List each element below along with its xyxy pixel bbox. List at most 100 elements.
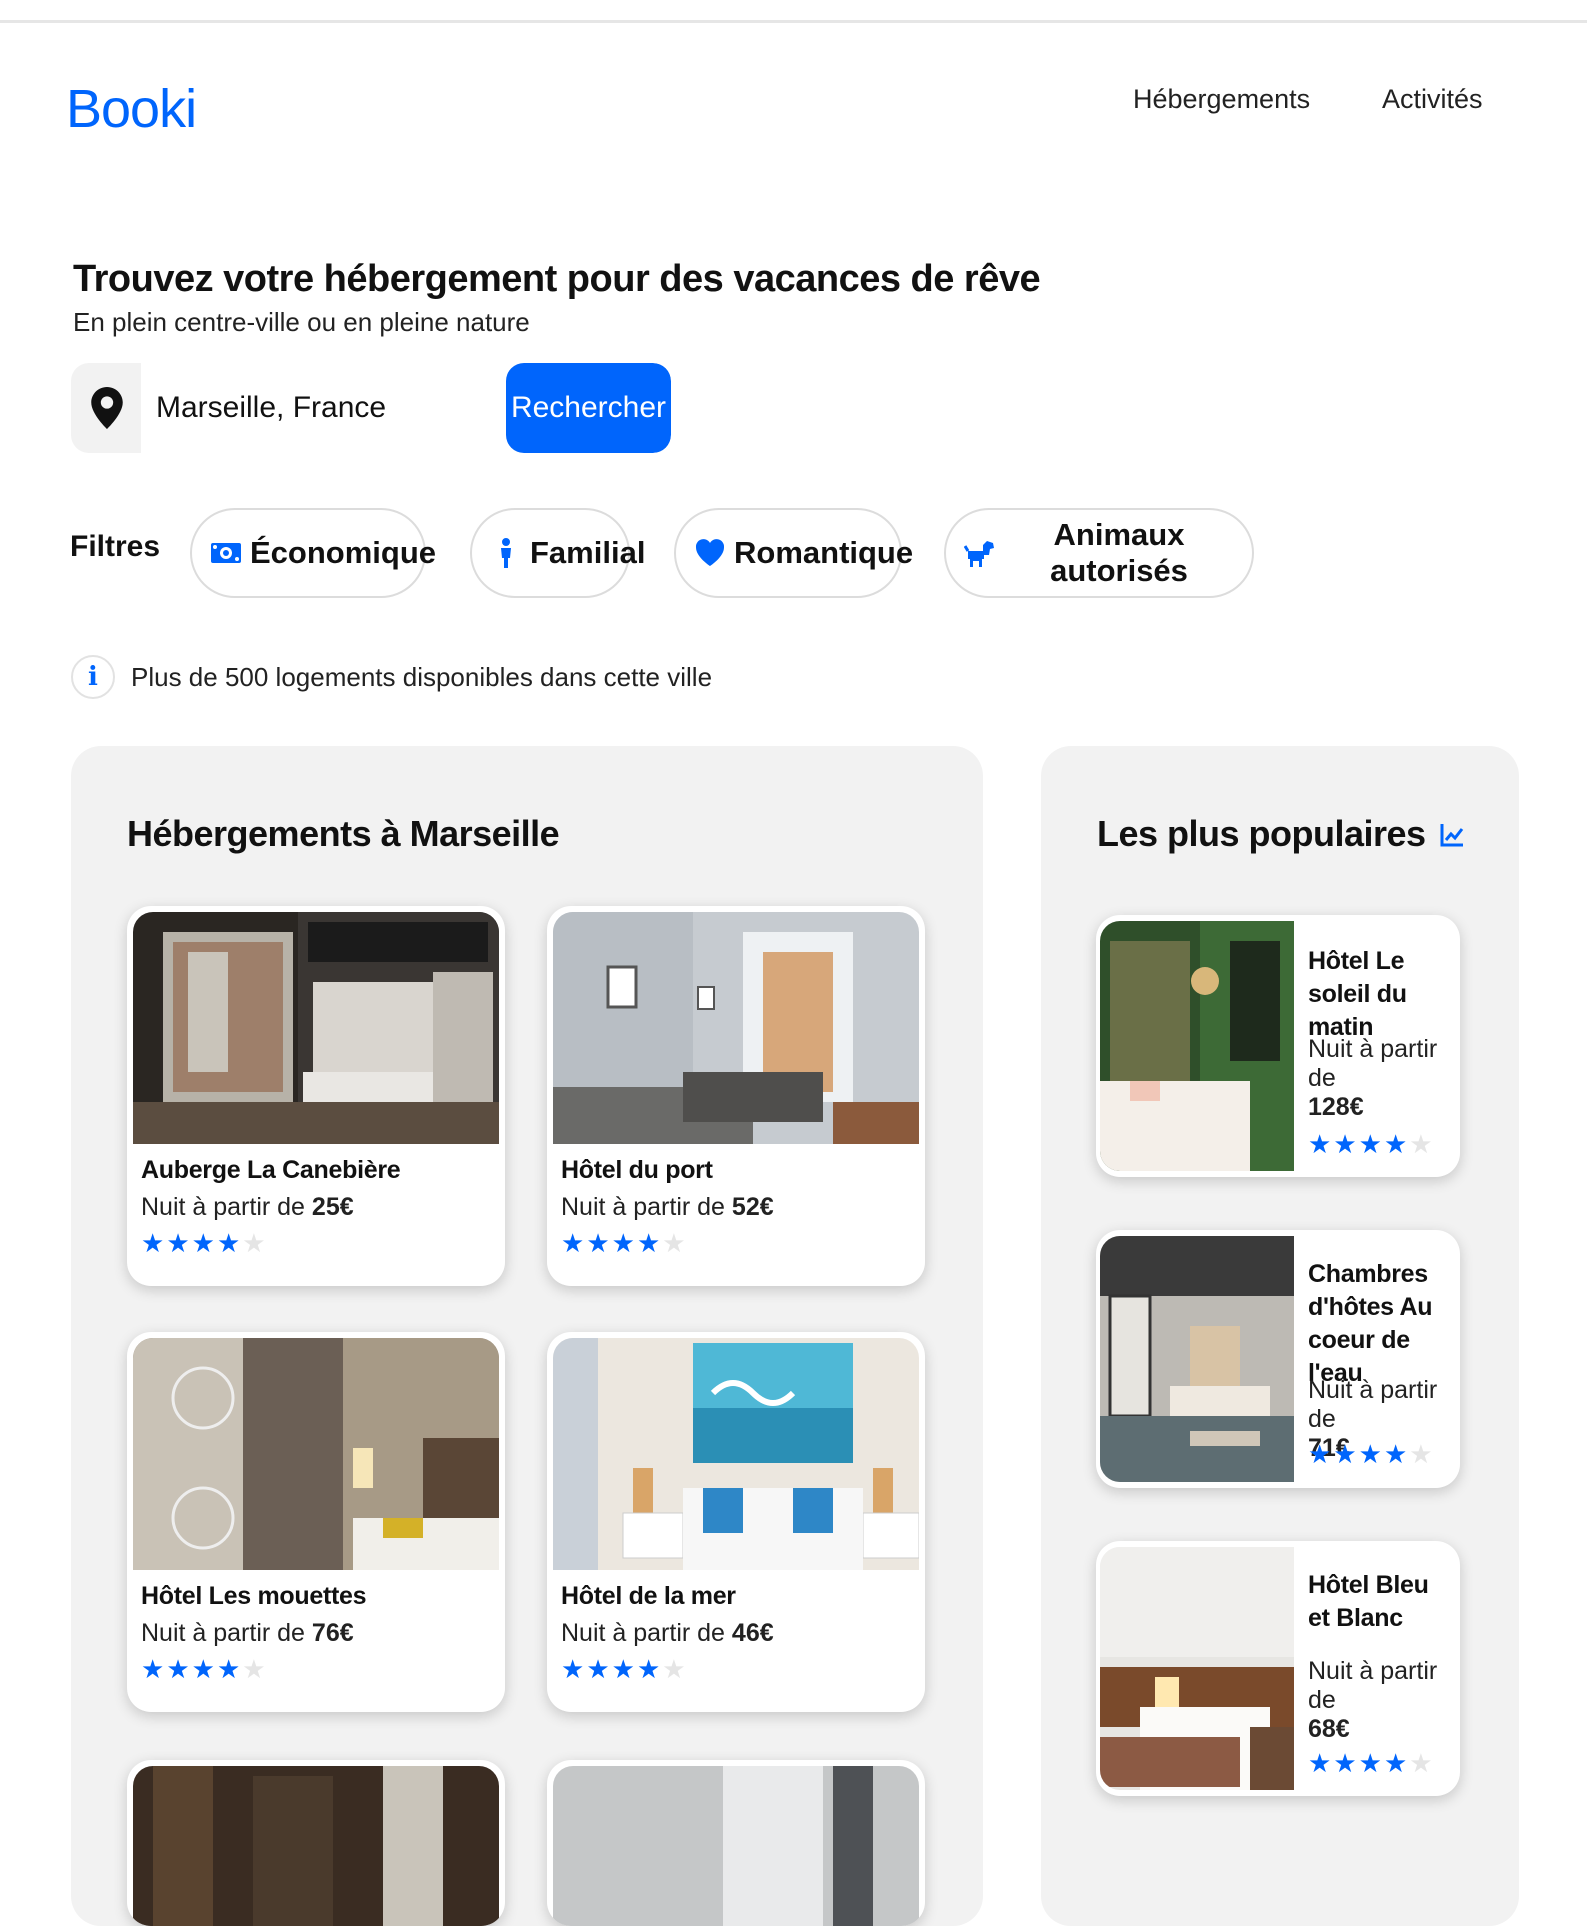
child-icon	[501, 538, 511, 568]
star-icon: ★	[166, 1229, 190, 1259]
rating-stars: ★★★★★	[1308, 1440, 1435, 1470]
heart-icon	[695, 539, 725, 566]
filter-animaux-autorises[interactable]: Animaux autorisés	[944, 508, 1254, 598]
listing-photo	[133, 912, 499, 1144]
star-icon: ★	[662, 1229, 686, 1259]
star-icon: ★	[141, 1655, 165, 1685]
popular-card[interactable]: Hôtel Bleu et Blanc Nuit à partir de 68€ …	[1096, 1541, 1460, 1796]
page-subtitle: En plein centre-ville ou en pleine natur…	[73, 307, 530, 337]
filter-label: Familial	[530, 535, 646, 570]
star-icon: ★	[611, 1655, 635, 1685]
filter-economique[interactable]: Économique	[190, 508, 436, 598]
star-icon: ★	[1383, 1130, 1408, 1160]
listing-photo	[553, 1338, 919, 1570]
filter-romantique[interactable]: Romantique	[674, 508, 913, 598]
top-divider	[0, 20, 1587, 23]
star-icon: ★	[1333, 1440, 1357, 1470]
dog-icon	[964, 541, 994, 567]
rating-stars: ★★★★★	[561, 1655, 688, 1685]
star-icon: ★	[166, 1655, 190, 1685]
listing-photo	[133, 1338, 499, 1570]
chart-line-icon	[1440, 824, 1464, 847]
search-bar: Rechercher	[71, 363, 671, 453]
popular-name: Chambres d'hôtes Au coeur de l'eau	[1308, 1260, 1433, 1387]
listing-card[interactable]	[127, 1760, 505, 1926]
popular-card[interactable]: Chambres d'hôtes Au coeur de l'eau Nuit …	[1096, 1230, 1460, 1488]
popular-card[interactable]: Hôtel Le soleil du matin Nuit à partir d…	[1096, 915, 1460, 1177]
star-icon: ★	[611, 1229, 635, 1259]
star-icon: ★	[1383, 1749, 1408, 1779]
money-icon	[211, 543, 241, 563]
listing-card[interactable]: Auberge La Canebière Nuit à partir de 25…	[127, 906, 505, 1286]
popular-price: Nuit à partir de 128€	[1308, 1035, 1438, 1121]
star-icon: ★	[1308, 1130, 1332, 1160]
star-icon: ★	[1358, 1749, 1382, 1779]
listing-name: Auberge La Canebière	[141, 1156, 401, 1184]
popular-price: Nuit à partir de 68€	[1308, 1657, 1438, 1743]
star-icon: ★	[242, 1229, 266, 1259]
rating-stars: ★★★★★	[141, 1229, 268, 1259]
popular-title: Les plus populaires	[1097, 813, 1426, 854]
info-icon: i	[71, 655, 115, 699]
rating-stars: ★★★★★	[1308, 1130, 1435, 1160]
info-text: Plus de 500 logements disponibles dans c…	[131, 661, 713, 692]
listing-card[interactable]: Hôtel de la mer Nuit à partir de 46€ ★★★…	[547, 1332, 925, 1712]
star-icon: ★	[1308, 1440, 1332, 1470]
filters-label: Filtres	[70, 530, 161, 563]
star-icon: ★	[141, 1229, 165, 1259]
star-icon: ★	[1383, 1440, 1408, 1470]
filter-label: Romantique	[734, 535, 914, 570]
filter-familial[interactable]: Familial	[470, 508, 645, 598]
listing-price: Nuit à partir de 25€	[141, 1193, 354, 1221]
listing-name: Hôtel Les mouettes	[141, 1582, 367, 1610]
star-icon: ★	[216, 1229, 241, 1259]
star-icon: ★	[586, 1655, 610, 1685]
star-icon: ★	[1333, 1130, 1357, 1160]
listing-card[interactable]: Hôtel du port Nuit à partir de 52€ ★★★★★	[547, 906, 925, 1286]
nav-hebergements[interactable]: Hébergements	[1133, 84, 1310, 115]
star-icon: ★	[636, 1655, 661, 1685]
listing-price: Nuit à partir de 76€	[141, 1619, 354, 1647]
rating-stars: ★★★★★	[1308, 1749, 1435, 1779]
star-icon: ★	[561, 1229, 585, 1259]
search-button[interactable]: Rechercher	[506, 363, 671, 453]
star-icon: ★	[191, 1229, 215, 1259]
filter-label: Économique	[250, 535, 437, 570]
star-icon: ★	[1409, 1130, 1433, 1160]
star-icon: ★	[191, 1655, 215, 1685]
listing-name: Hôtel du port	[561, 1156, 713, 1184]
listing-name: Hôtel de la mer	[561, 1582, 736, 1610]
listing-photo	[133, 1766, 499, 1926]
rating-stars: ★★★★★	[561, 1229, 688, 1259]
listing-photo	[553, 1766, 919, 1926]
star-icon: ★	[216, 1655, 241, 1685]
star-icon: ★	[1409, 1440, 1433, 1470]
popular-photo	[1100, 921, 1294, 1171]
popular-photo	[1100, 1547, 1294, 1790]
star-icon: ★	[561, 1655, 585, 1685]
listing-card[interactable]	[547, 1760, 925, 1926]
star-icon: ★	[1409, 1749, 1433, 1779]
star-icon: ★	[1358, 1440, 1382, 1470]
listings-title: Hébergements à Marseille	[127, 813, 560, 854]
popular-name: Hôtel Le soleil du matin	[1308, 947, 1407, 1041]
rating-stars: ★★★★★	[141, 1655, 268, 1685]
location-pin-icon	[91, 387, 123, 429]
filter-label: Animaux autorisés	[1050, 517, 1188, 588]
info-banner: i Plus de 500 logements disponibles dans…	[71, 655, 712, 699]
popular-photo	[1100, 1236, 1294, 1482]
star-icon: ★	[1333, 1749, 1357, 1779]
nav-activites[interactable]: Activités	[1382, 84, 1483, 115]
listing-price: Nuit à partir de 52€	[561, 1193, 774, 1221]
star-icon: ★	[1308, 1749, 1332, 1779]
star-icon: ★	[242, 1655, 266, 1685]
star-icon: ★	[586, 1229, 610, 1259]
listing-price: Nuit à partir de 46€	[561, 1619, 774, 1647]
star-icon: ★	[662, 1655, 686, 1685]
popular-name: Hôtel Bleu et Blanc	[1308, 1571, 1429, 1632]
listing-photo	[553, 912, 919, 1144]
listing-card[interactable]: Hôtel Les mouettes Nuit à partir de 76€ …	[127, 1332, 505, 1712]
booki-logo[interactable]: Booki	[66, 78, 197, 140]
star-icon: ★	[636, 1229, 661, 1259]
page-title: Trouvez votre hébergement pour des vacan…	[73, 258, 1041, 300]
